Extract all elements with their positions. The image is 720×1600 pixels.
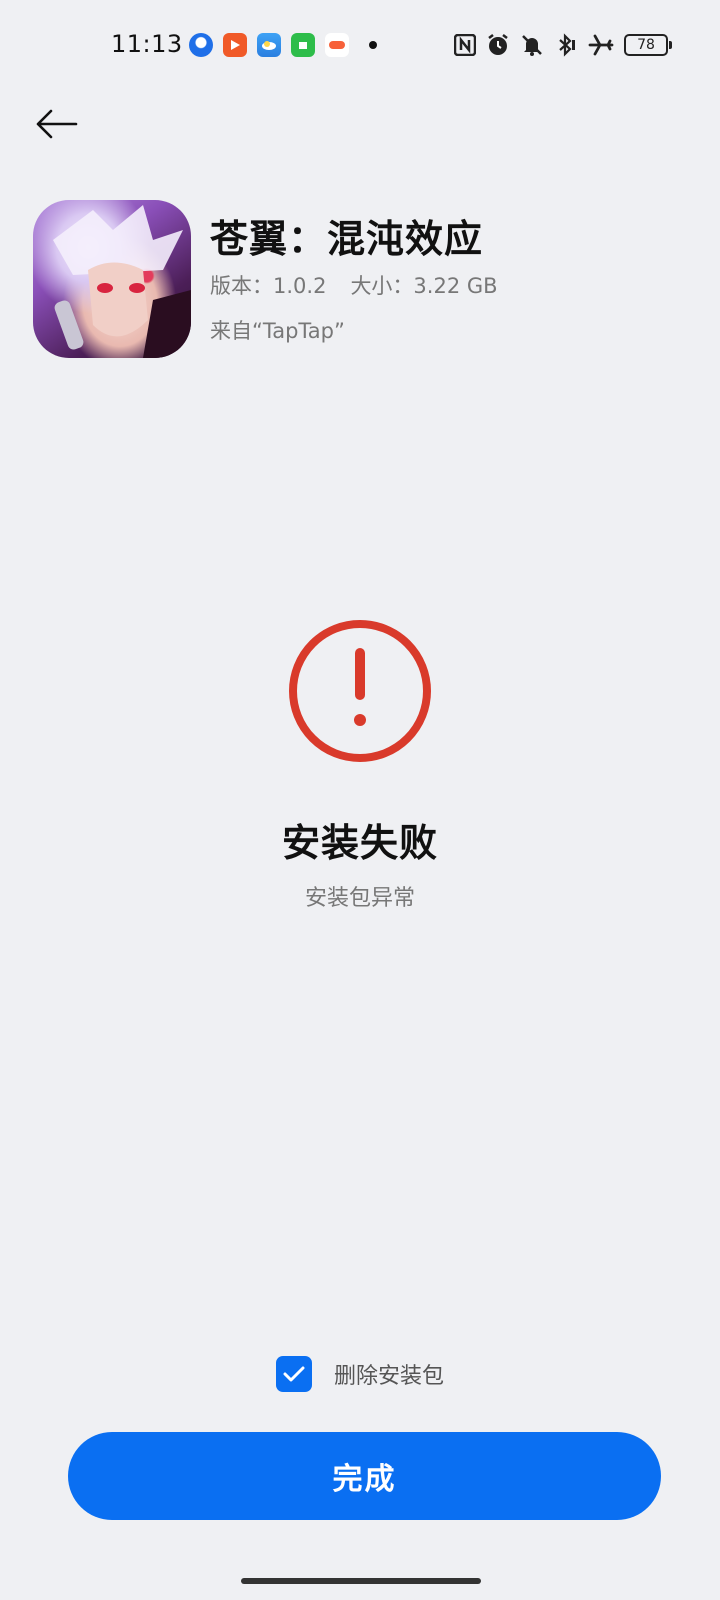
result-subtitle: 安装包异常 bbox=[304, 886, 415, 911]
delete-package-option[interactable]: 删除安装包 bbox=[0, 1356, 720, 1392]
character-artwork bbox=[53, 205, 191, 358]
app-source: 来自“TapTap” bbox=[210, 319, 345, 343]
result-title: 安装失败 bbox=[281, 821, 438, 865]
home-indicator[interactable] bbox=[241, 1578, 481, 1584]
airplane-icon bbox=[588, 34, 614, 56]
weather-app-icon bbox=[257, 33, 281, 57]
app-icon bbox=[33, 200, 191, 358]
status-time: 11:13 bbox=[111, 30, 183, 58]
system-icons: 78 bbox=[454, 33, 672, 57]
back-arrow-icon bbox=[36, 109, 78, 139]
app-info: 苍翼：混沌效应 版本：1.0.2 大小：3.22 GB 来自“TapTap” bbox=[33, 200, 690, 360]
app-meta: 版本：1.0.2 大小：3.22 GB bbox=[210, 270, 498, 300]
store-app-icon bbox=[291, 33, 315, 57]
back-button[interactable] bbox=[30, 100, 82, 148]
silent-icon bbox=[522, 35, 542, 56]
nfc-icon bbox=[454, 34, 476, 56]
game-app-icon bbox=[325, 33, 349, 57]
delete-package-label: 删除安装包 bbox=[333, 1364, 444, 1389]
alarm-icon bbox=[488, 34, 508, 55]
video-app-icon bbox=[223, 33, 247, 57]
app-version: 版本：1.0.2 bbox=[210, 274, 327, 298]
more-notifications-dot bbox=[369, 41, 377, 49]
done-button[interactable]: 完成 bbox=[68, 1432, 661, 1520]
error-icon bbox=[289, 620, 431, 762]
delete-package-checkbox[interactable] bbox=[275, 1356, 312, 1392]
notification-icons bbox=[189, 33, 377, 57]
bluetooth-icon bbox=[559, 33, 575, 57]
battery-indicator: 78 bbox=[624, 34, 672, 56]
status-bar: 11:13 78 bbox=[0, 0, 720, 92]
app-name: 苍翼：混沌效应 bbox=[210, 217, 484, 261]
assistant-app-icon bbox=[189, 33, 213, 57]
checkmark-icon bbox=[283, 1366, 305, 1382]
app-size: 大小：3.22 GB bbox=[350, 274, 498, 298]
